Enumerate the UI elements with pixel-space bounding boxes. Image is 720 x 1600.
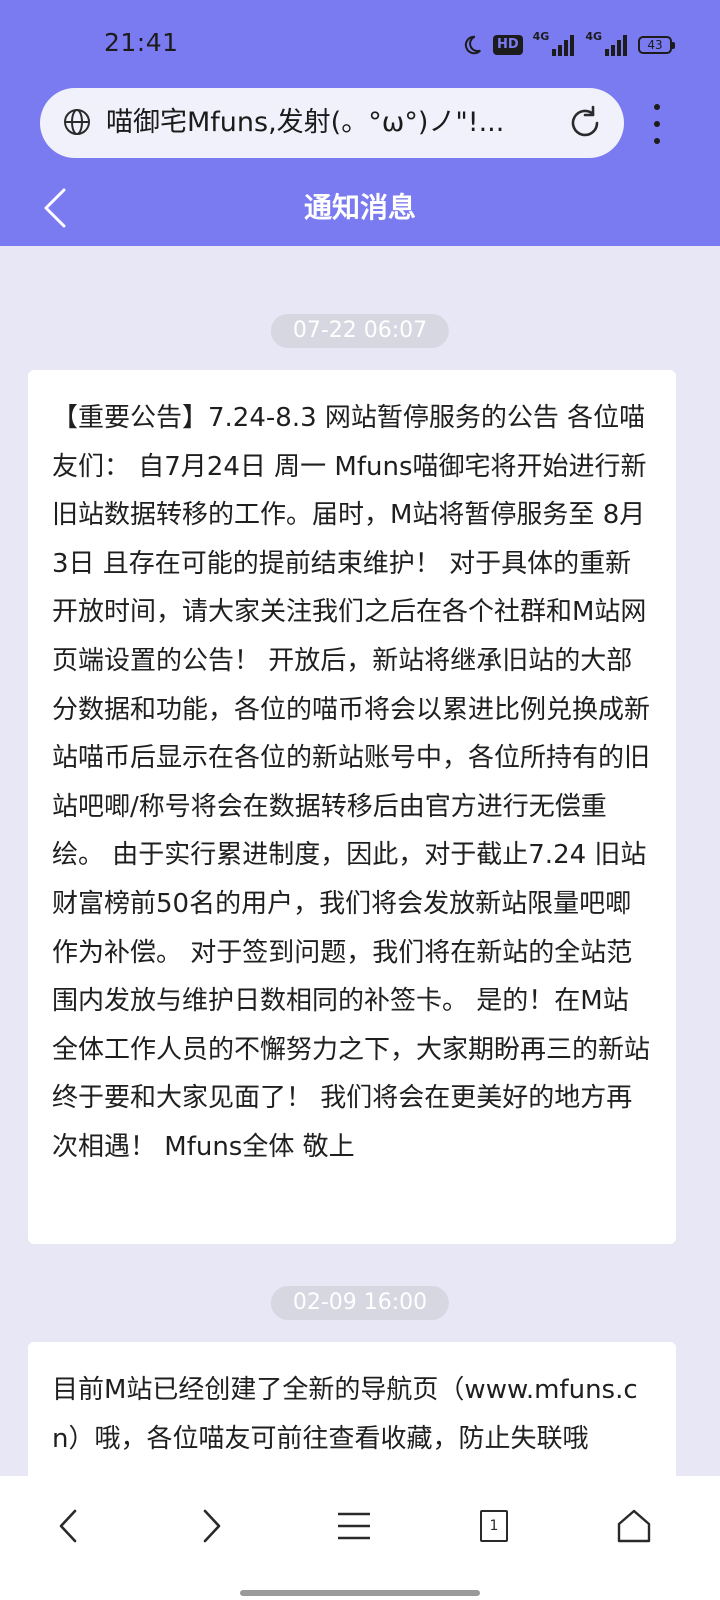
back-icon[interactable] — [46, 1504, 90, 1548]
browser-chrome: 喵御宅Mfuns,发射(。°ω°)ノ"!... 通知消息 — [0, 88, 720, 246]
network-label-1: 4G — [532, 30, 550, 43]
battery-icon: 43 — [638, 36, 675, 54]
bottom-navigation: 1 — [0, 1476, 720, 1600]
forward-icon[interactable] — [190, 1504, 234, 1548]
signal-icon-2 — [604, 34, 628, 56]
chevron-left-icon[interactable] — [40, 188, 70, 232]
notice-card[interactable]: 目前M站已经创建了全新的导航页（www.mfuns.cn）哦，各位喵友可前往查看… — [28, 1342, 676, 1476]
notice-card[interactable]: 【重要公告】7.24-8.3 网站暂停服务的公告 各位喵友们： 自7月24日 周… — [28, 370, 676, 1244]
menu-dot — [654, 138, 660, 144]
address-text[interactable]: 喵御宅Mfuns,发射(。°ω°)ノ"!... — [106, 106, 556, 140]
hd-badge: HD — [492, 35, 523, 55]
tab-count: 1 — [480, 1510, 508, 1542]
moon-icon — [461, 34, 483, 56]
notice-list[interactable]: 07-22 06:07 【重要公告】7.24-8.3 网站暂停服务的公告 各位喵… — [0, 246, 720, 1476]
address-bar[interactable]: 喵御宅Mfuns,发射(。°ω°)ノ"!... — [40, 88, 624, 158]
more-vertical-icon[interactable] — [646, 104, 668, 144]
status-bar: 21:41 HD 4G 4G 43 — [0, 0, 720, 88]
notice-text: 【重要公告】7.24-8.3 网站暂停服务的公告 各位喵友们： 自7月24日 周… — [52, 403, 651, 1162]
notice-time-chip: 02-09 16:00 — [270, 1286, 450, 1320]
home-icon[interactable] — [612, 1504, 656, 1548]
tabs-icon[interactable]: 1 — [472, 1504, 516, 1548]
menu-dot — [654, 104, 660, 110]
menu-dot — [654, 121, 660, 127]
network-label-2: 4G — [585, 30, 602, 43]
battery-level: 43 — [647, 38, 663, 52]
status-time: 21:41 — [104, 28, 179, 57]
menu-icon[interactable] — [332, 1504, 376, 1548]
status-icons: HD 4G 4G 43 — [461, 28, 675, 62]
notice-text: 目前M站已经创建了全新的导航页（www.mfuns.cn）哦，各位喵友可前往查看… — [52, 1375, 638, 1454]
page-title: 通知消息 — [303, 191, 416, 224]
reload-icon[interactable] — [566, 104, 604, 146]
home-indicator[interactable] — [240, 1590, 480, 1596]
globe-icon[interactable] — [62, 107, 92, 141]
signal-icon — [551, 34, 575, 56]
notice-time-chip: 07-22 06:07 — [270, 314, 450, 348]
